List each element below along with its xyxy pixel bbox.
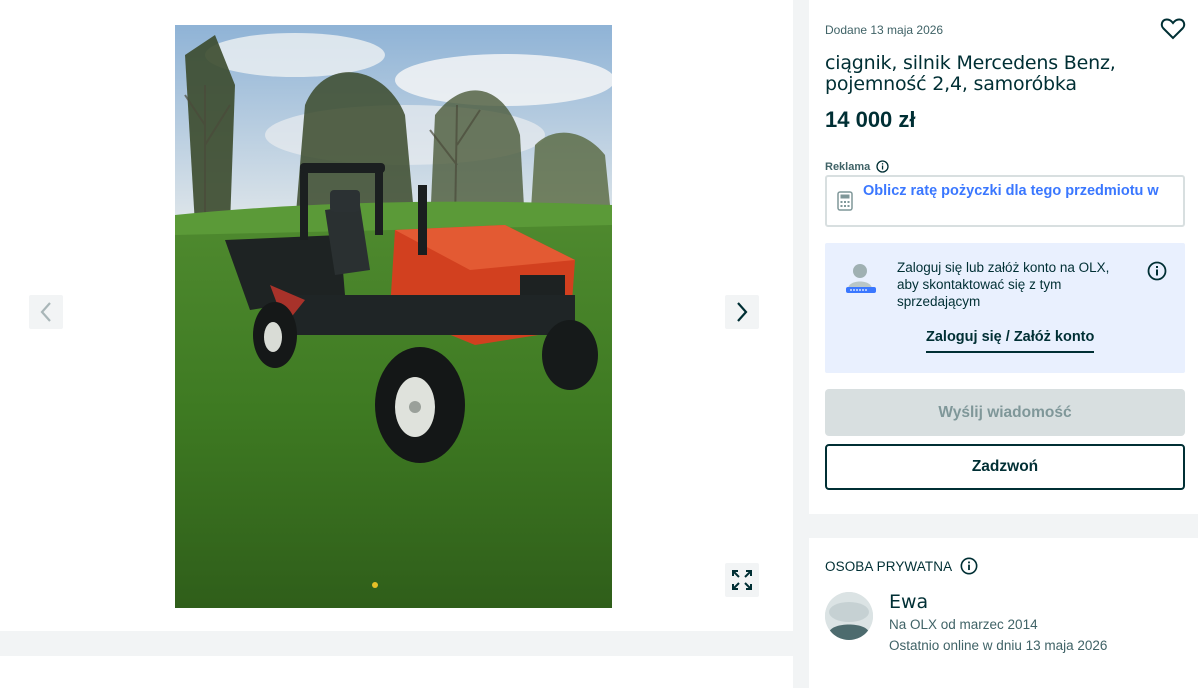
heart-icon (1160, 18, 1186, 40)
login-prompt: Zaloguj się lub załóż konto na OLX, aby … (825, 243, 1185, 373)
seller-name[interactable]: Ewa (889, 591, 928, 613)
description-card (0, 656, 793, 688)
previous-photo-button[interactable] (29, 295, 63, 329)
tractor-photo-image (175, 25, 612, 608)
listing-title: ciągnik, silnik Mercedens Benz, pojemnoś… (825, 52, 1116, 95)
chevron-right-icon (737, 302, 748, 322)
send-message-button[interactable]: Wyślij wiadomość (825, 389, 1185, 436)
call-button[interactable]: Zadzwoń (825, 444, 1185, 490)
seller-card: OSOBA PRYWATNA Ewa Na OLX od marzec 2014… (809, 538, 1198, 688)
seller-type: OSOBA PRYWATNA (825, 557, 978, 575)
seller-since: Na OLX od marzec 2014 (889, 617, 1038, 632)
seller-last-online: Ostatnio online w dniu 13 maja 2026 (889, 638, 1108, 653)
listing-photo[interactable] (175, 25, 612, 608)
loan-calculator-ad[interactable]: Oblicz ratę pożyczki dla tego przedmiotu… (825, 175, 1185, 227)
info-icon[interactable] (960, 557, 978, 575)
avatar (825, 592, 873, 640)
info-icon[interactable] (876, 160, 889, 173)
calculator-icon (837, 191, 853, 211)
next-photo-button[interactable] (725, 295, 759, 329)
expand-icon (732, 570, 752, 590)
login-register-link[interactable]: Zaloguj się / Załóż konto (926, 329, 1095, 353)
user-avatar-icon (846, 264, 876, 293)
posted-date: Dodane 13 maja 2026 (825, 23, 944, 37)
info-icon[interactable] (1147, 261, 1167, 281)
user-avatar-icon (825, 592, 873, 640)
ad-label: Reklama (825, 160, 889, 173)
listing-price: 14 000 zł (825, 107, 916, 132)
ad-text: Oblicz ratę pożyczki dla tego przedmiotu… (863, 183, 1159, 199)
ad-label-text: Reklama (825, 160, 871, 173)
login-message: Zaloguj się lub załóż konto na OLX, aby … (897, 260, 1110, 309)
favorite-button[interactable] (1160, 17, 1186, 41)
offer-card: Dodane 13 maja 2026 ciągnik, silnik Merc… (809, 0, 1198, 514)
seller-type-label: OSOBA PRYWATNA (825, 558, 953, 574)
fullscreen-button[interactable] (725, 563, 759, 597)
image-gallery (0, 0, 793, 631)
chevron-left-icon (40, 302, 51, 322)
